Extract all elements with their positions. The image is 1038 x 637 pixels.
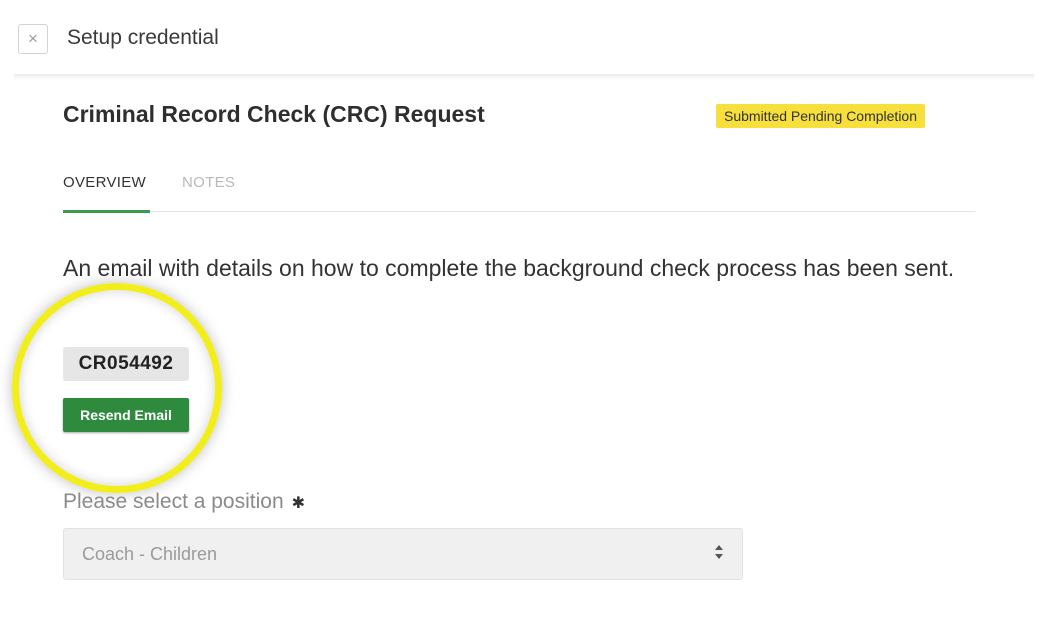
- close-button[interactable]: ×: [18, 24, 48, 54]
- updown-arrows-icon: [715, 545, 723, 559]
- position-select-value: Coach - Children: [82, 544, 218, 564]
- reference-id-chip: CR054492: [63, 347, 189, 381]
- active-tab-indicator: [63, 210, 150, 213]
- top-bar: × Setup credential: [0, 0, 1038, 76]
- page-title: Criminal Record Check (CRC) Request: [63, 101, 485, 127]
- required-asterisk-icon: ✱: [291, 495, 306, 512]
- dialog-title: Setup credential: [67, 26, 219, 49]
- highlight-circle-annotation: [12, 283, 222, 493]
- tab-overview[interactable]: OVERVIEW: [63, 174, 146, 191]
- email-sent-message: An email with details on how to complete…: [63, 255, 955, 281]
- close-icon: ×: [28, 29, 38, 48]
- header-divider: [14, 74, 1034, 80]
- position-field-label: Please select a position ✱: [63, 490, 305, 514]
- tab-notes[interactable]: NOTES: [182, 174, 235, 191]
- resend-email-button[interactable]: Resend Email: [63, 398, 189, 432]
- status-badge: Submitted Pending Completion: [716, 104, 926, 128]
- tab-bar: OVERVIEW NOTES: [63, 170, 975, 213]
- position-label-text: Please select a position: [63, 490, 284, 513]
- select-caret-icon: [714, 544, 724, 560]
- position-select[interactable]: Coach - Children: [63, 528, 743, 580]
